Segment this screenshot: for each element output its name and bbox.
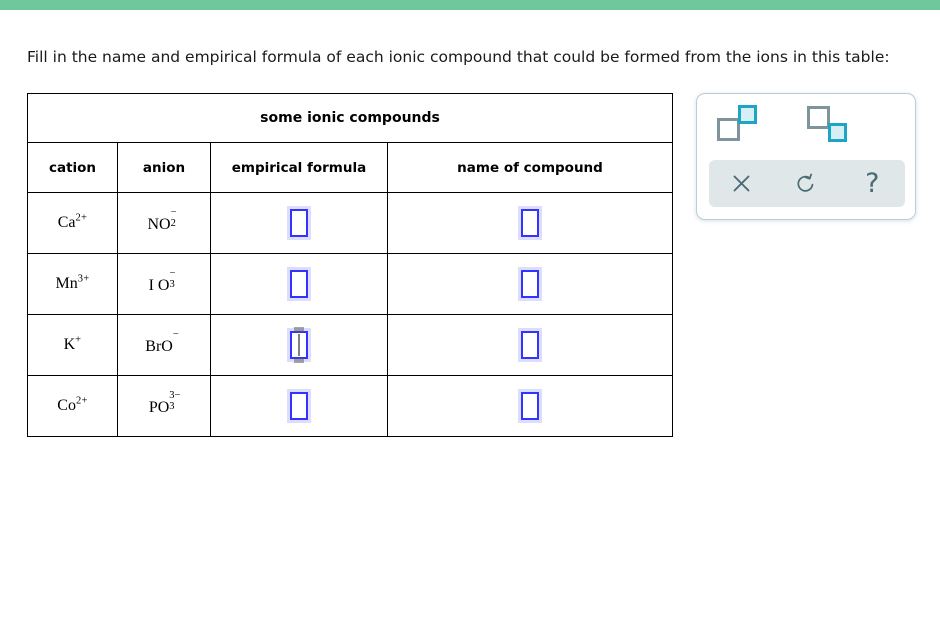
name-of-compound-input[interactable] [518, 389, 542, 423]
cation-cell: Ca2+ [27, 192, 118, 254]
clear-button[interactable] [718, 164, 766, 204]
cation-formula: Mn3+ [55, 273, 90, 292]
table-row: K+ BrO − [27, 314, 674, 376]
empirical-formula-cell [210, 375, 388, 437]
close-icon [733, 175, 750, 192]
name-of-compound-cell [386, 253, 674, 315]
superscript-raised-square [738, 105, 757, 124]
table-title: some ionic compounds [26, 93, 674, 143]
cation-formula: Co2+ [57, 395, 88, 414]
anion-cell: BrO − [117, 314, 211, 376]
name-of-compound-input[interactable] [518, 328, 542, 362]
undo-icon [797, 173, 814, 192]
superscript-base-square [717, 118, 740, 141]
cation-cell: Mn3+ [27, 253, 118, 315]
anion-formula: PO 3− 3 [148, 390, 181, 416]
empirical-formula-cell [210, 314, 388, 376]
name-of-compound-cell [386, 314, 674, 376]
empirical-formula-input[interactable] [287, 389, 311, 423]
name-of-compound-cell [386, 192, 674, 254]
ionic-compounds-table: some ionic compounds cation anion empiri… [26, 93, 674, 437]
cation-cell: Co2+ [27, 375, 118, 437]
empirical-formula-input[interactable] [287, 328, 311, 362]
name-of-compound-input[interactable] [518, 267, 542, 301]
anion-formula: NO −2 [147, 207, 177, 233]
subscript-icon[interactable] [805, 103, 877, 149]
anion-cell: I O −3 [117, 253, 211, 315]
script-button-row [697, 94, 915, 158]
table-row: Ca2+ NO −2 [27, 192, 674, 254]
math-tool-palette: ? [696, 93, 916, 220]
column-header-anion: anion [117, 142, 211, 193]
table-row: Mn3+ I O −3 [27, 253, 674, 315]
column-header-empirical-formula: empirical formula [210, 142, 388, 193]
help-button[interactable]: ? [848, 164, 896, 204]
subscript-lowered-square [828, 123, 847, 142]
anion-cell: NO −2 [117, 192, 211, 254]
anion-formula: I O −3 [148, 268, 176, 294]
superscript-icon[interactable] [715, 103, 787, 149]
instruction-text: Fill in the name and empirical formula o… [27, 48, 890, 66]
undo-button[interactable] [783, 164, 831, 204]
anion-cell: PO 3− 3 [117, 375, 211, 437]
question-mark-icon: ? [865, 168, 880, 199]
text-caret [298, 334, 300, 356]
cation-cell: K+ [27, 314, 118, 376]
column-header-cation: cation [27, 142, 118, 193]
name-of-compound-cell [386, 375, 674, 437]
empirical-formula-cell [210, 192, 388, 254]
table-row: Co2+ PO 3− 3 [27, 375, 674, 437]
name-of-compound-input[interactable] [518, 206, 542, 240]
table-title-row: some ionic compounds [26, 93, 674, 143]
empirical-formula-input[interactable] [287, 267, 311, 301]
top-accent-bar [0, 0, 940, 10]
cation-formula: K+ [63, 334, 82, 353]
cation-formula: Ca2+ [57, 212, 88, 231]
action-button-row: ? [709, 160, 905, 207]
empirical-formula-input[interactable] [287, 206, 311, 240]
table-header-row: cation anion empirical formula name of c… [27, 142, 674, 193]
column-header-name-of-compound: name of compound [386, 142, 674, 193]
anion-formula: BrO − [145, 329, 179, 355]
subscript-base-square [807, 106, 830, 129]
empirical-formula-cell [210, 253, 388, 315]
